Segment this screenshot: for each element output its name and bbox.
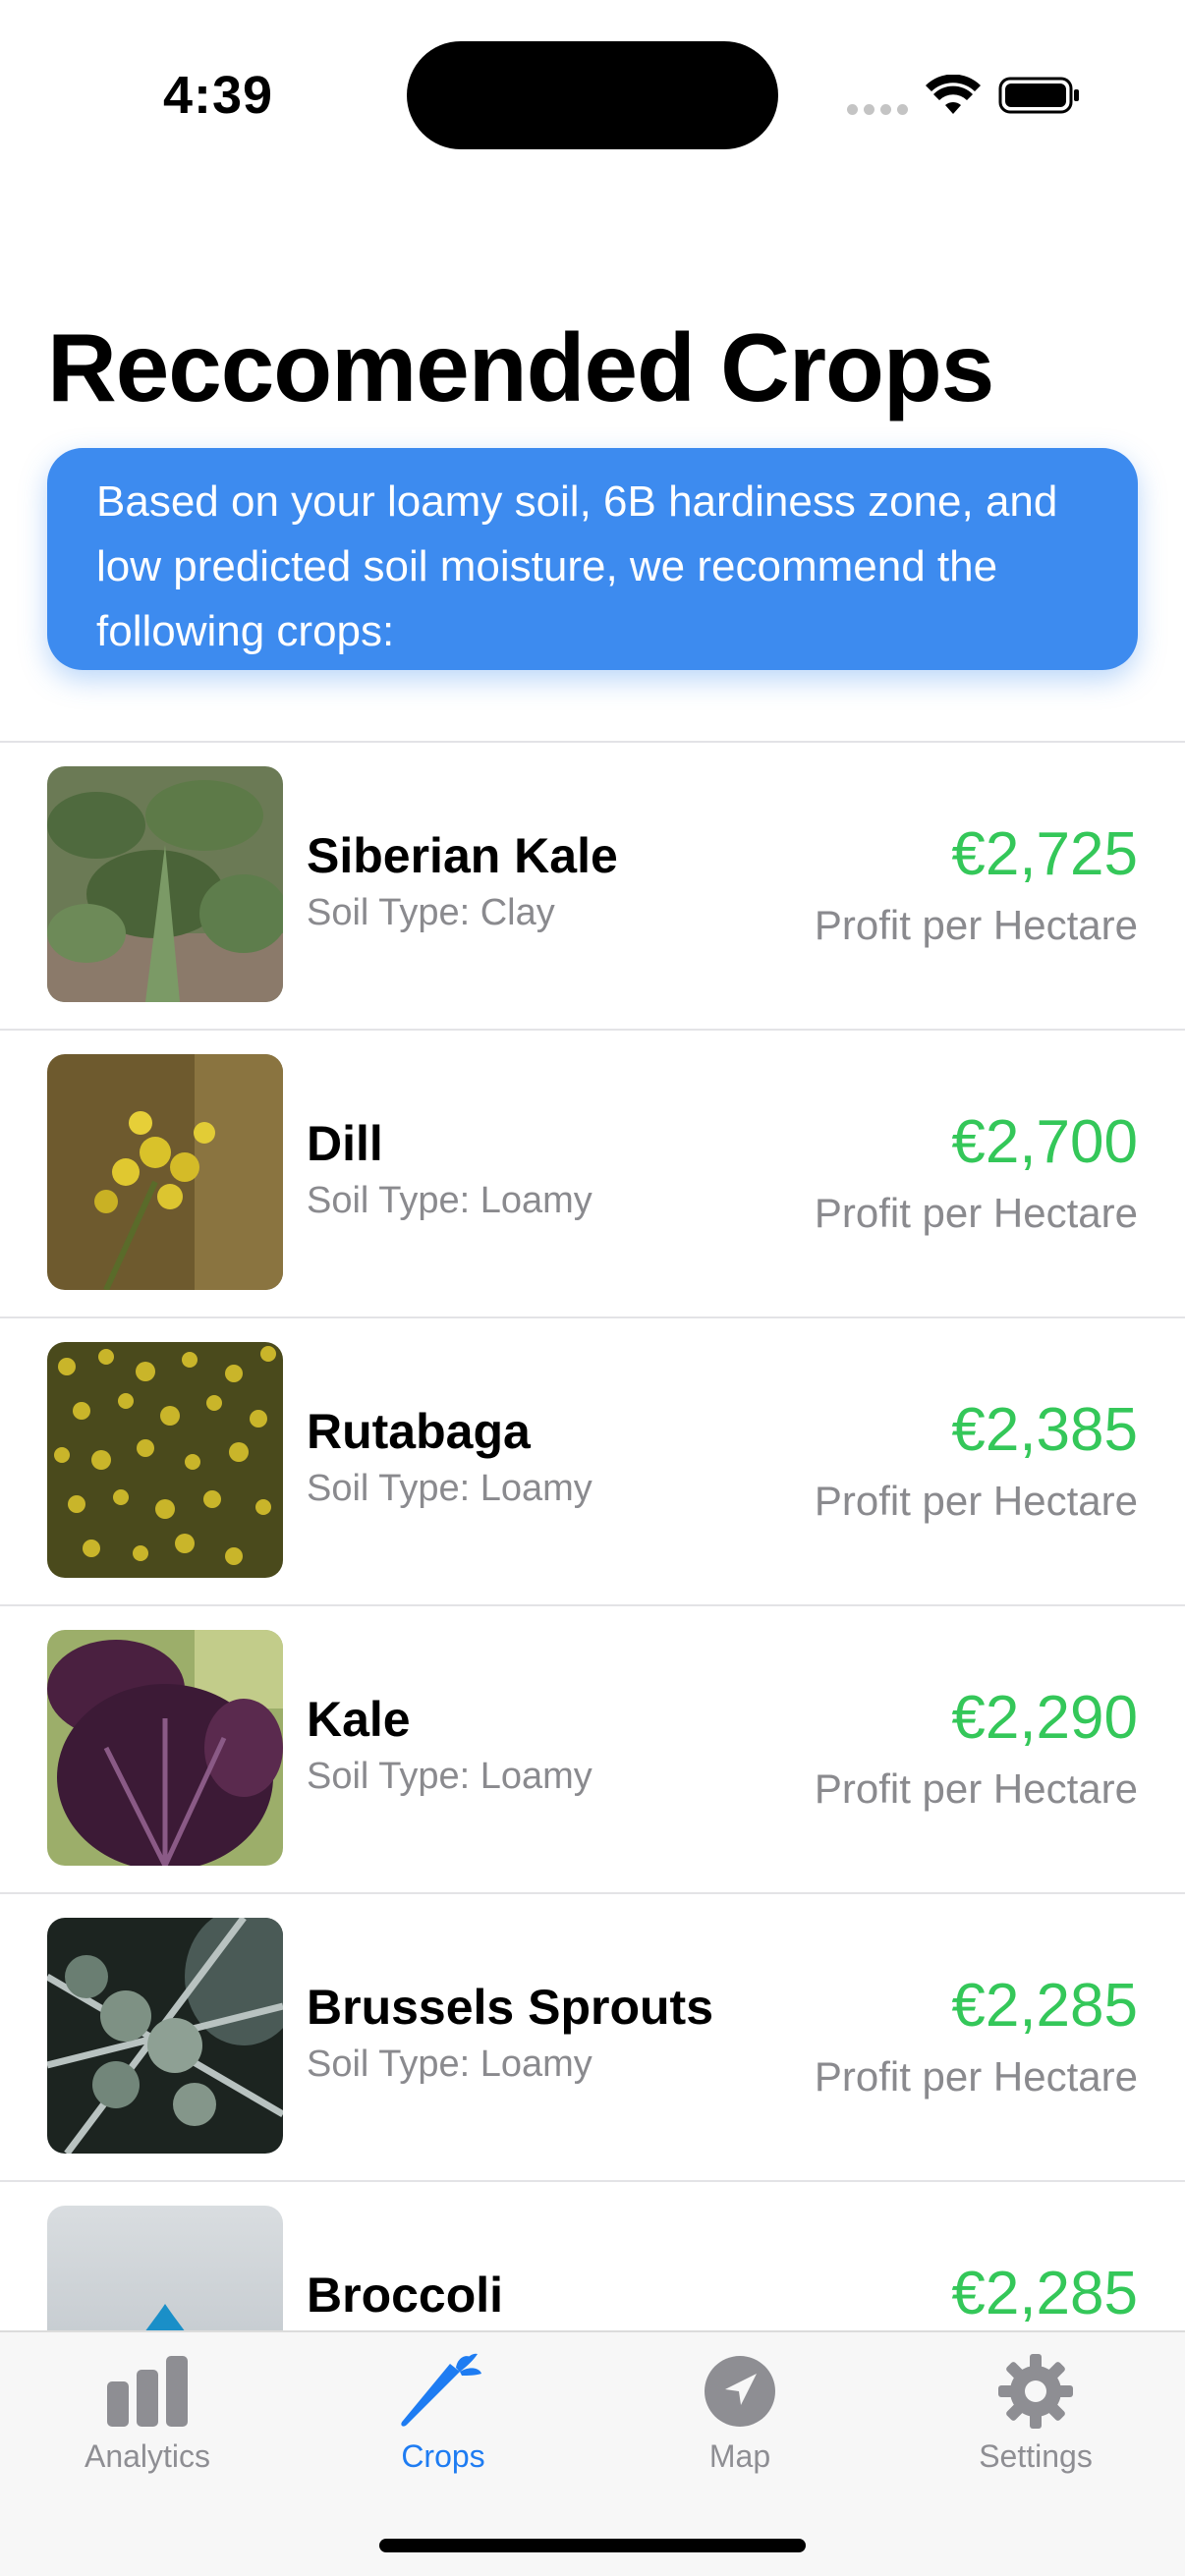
crop-soil-type: Soil Type: Loamy <box>307 1468 592 1509</box>
cellular-signal-icon <box>847 104 908 115</box>
crop-row-brussels-sprouts[interactable]: Brussels Sprouts Soil Type: Loamy €2,285… <box>0 1892 1185 2180</box>
crop-name: Rutabaga <box>307 1404 531 1459</box>
crop-profit-label: Profit per Hectare <box>814 2053 1138 2100</box>
tab-map[interactable]: Map <box>592 2332 887 2480</box>
status-time: 4:39 <box>163 66 274 125</box>
crop-row-siberian-kale[interactable]: Siberian Kale Soil Type: Clay €2,725 Pro… <box>0 741 1185 1029</box>
carrot-icon <box>399 2352 487 2431</box>
purple-kale-photo <box>47 1630 283 1866</box>
tab-label: Crops <box>401 2438 485 2474</box>
crop-name: Kale <box>307 1692 411 1747</box>
crop-profit-label: Profit per Hectare <box>814 1478 1138 1524</box>
home-indicator[interactable] <box>379 2539 806 2552</box>
crop-row-kale[interactable]: Kale Soil Type: Loamy €2,290 Profit per … <box>0 1604 1185 1892</box>
crop-soil-type: Soil Type: Clay <box>307 892 555 933</box>
crop-profit-label: Profit per Hectare <box>814 1190 1138 1236</box>
tab-crops[interactable]: Crops <box>296 2332 591 2480</box>
rutabaga-flower-photo <box>47 1342 283 1578</box>
crop-profit-label: Profit per Hectare <box>814 1765 1138 1812</box>
tab-analytics[interactable]: Analytics <box>0 2332 295 2480</box>
crop-name: Dill <box>307 1116 383 1171</box>
crop-profit: €2,285 <box>951 2260 1138 2327</box>
recommendation-text: Based on your loamy soil, 6B hardiness z… <box>96 477 1058 655</box>
page-title: Reccomended Crops <box>47 313 994 421</box>
dynamic-island <box>407 41 778 149</box>
dill-flower-photo <box>47 1054 283 1290</box>
status-bar: 4:39 <box>0 0 1185 187</box>
location-arrow-icon <box>696 2352 784 2431</box>
bar-chart-icon <box>103 2352 192 2431</box>
crop-name: Brussels Sprouts <box>307 1980 714 2035</box>
crop-row-rutabaga[interactable]: Rutabaga Soil Type: Loamy €2,385 Profit … <box>0 1316 1185 1604</box>
crop-name: Siberian Kale <box>307 828 618 883</box>
crop-row-dill[interactable]: Dill Soil Type: Loamy €2,700 Profit per … <box>0 1029 1185 1316</box>
tab-label: Settings <box>979 2438 1093 2474</box>
tab-label: Analytics <box>84 2438 211 2474</box>
crop-profit: €2,285 <box>951 1972 1138 2040</box>
crop-name: Broccoli <box>307 2268 504 2323</box>
crop-profit: €2,725 <box>951 820 1138 888</box>
tab-settings[interactable]: Settings <box>888 2332 1183 2480</box>
recommendation-banner: Based on your loamy soil, 6B hardiness z… <box>47 448 1138 670</box>
crop-soil-type: Soil Type: Loamy <box>307 2044 592 2085</box>
gear-icon <box>991 2352 1080 2431</box>
crop-soil-type: Soil Type: Loamy <box>307 1756 592 1797</box>
crop-profit: €2,385 <box>951 1396 1138 1464</box>
crop-profit-label: Profit per Hectare <box>814 902 1138 948</box>
brussels-sprouts-photo <box>47 1918 283 2154</box>
kale-field-photo <box>47 766 283 1002</box>
wifi-icon <box>926 75 981 114</box>
crop-profit: €2,700 <box>951 1108 1138 1176</box>
crop-profit: €2,290 <box>951 1684 1138 1752</box>
crop-soil-type: Soil Type: Loamy <box>307 1180 592 1221</box>
crop-list: Siberian Kale Soil Type: Clay €2,725 Pro… <box>0 741 1185 2468</box>
battery-icon <box>998 77 1079 114</box>
tab-label: Map <box>708 2438 771 2474</box>
